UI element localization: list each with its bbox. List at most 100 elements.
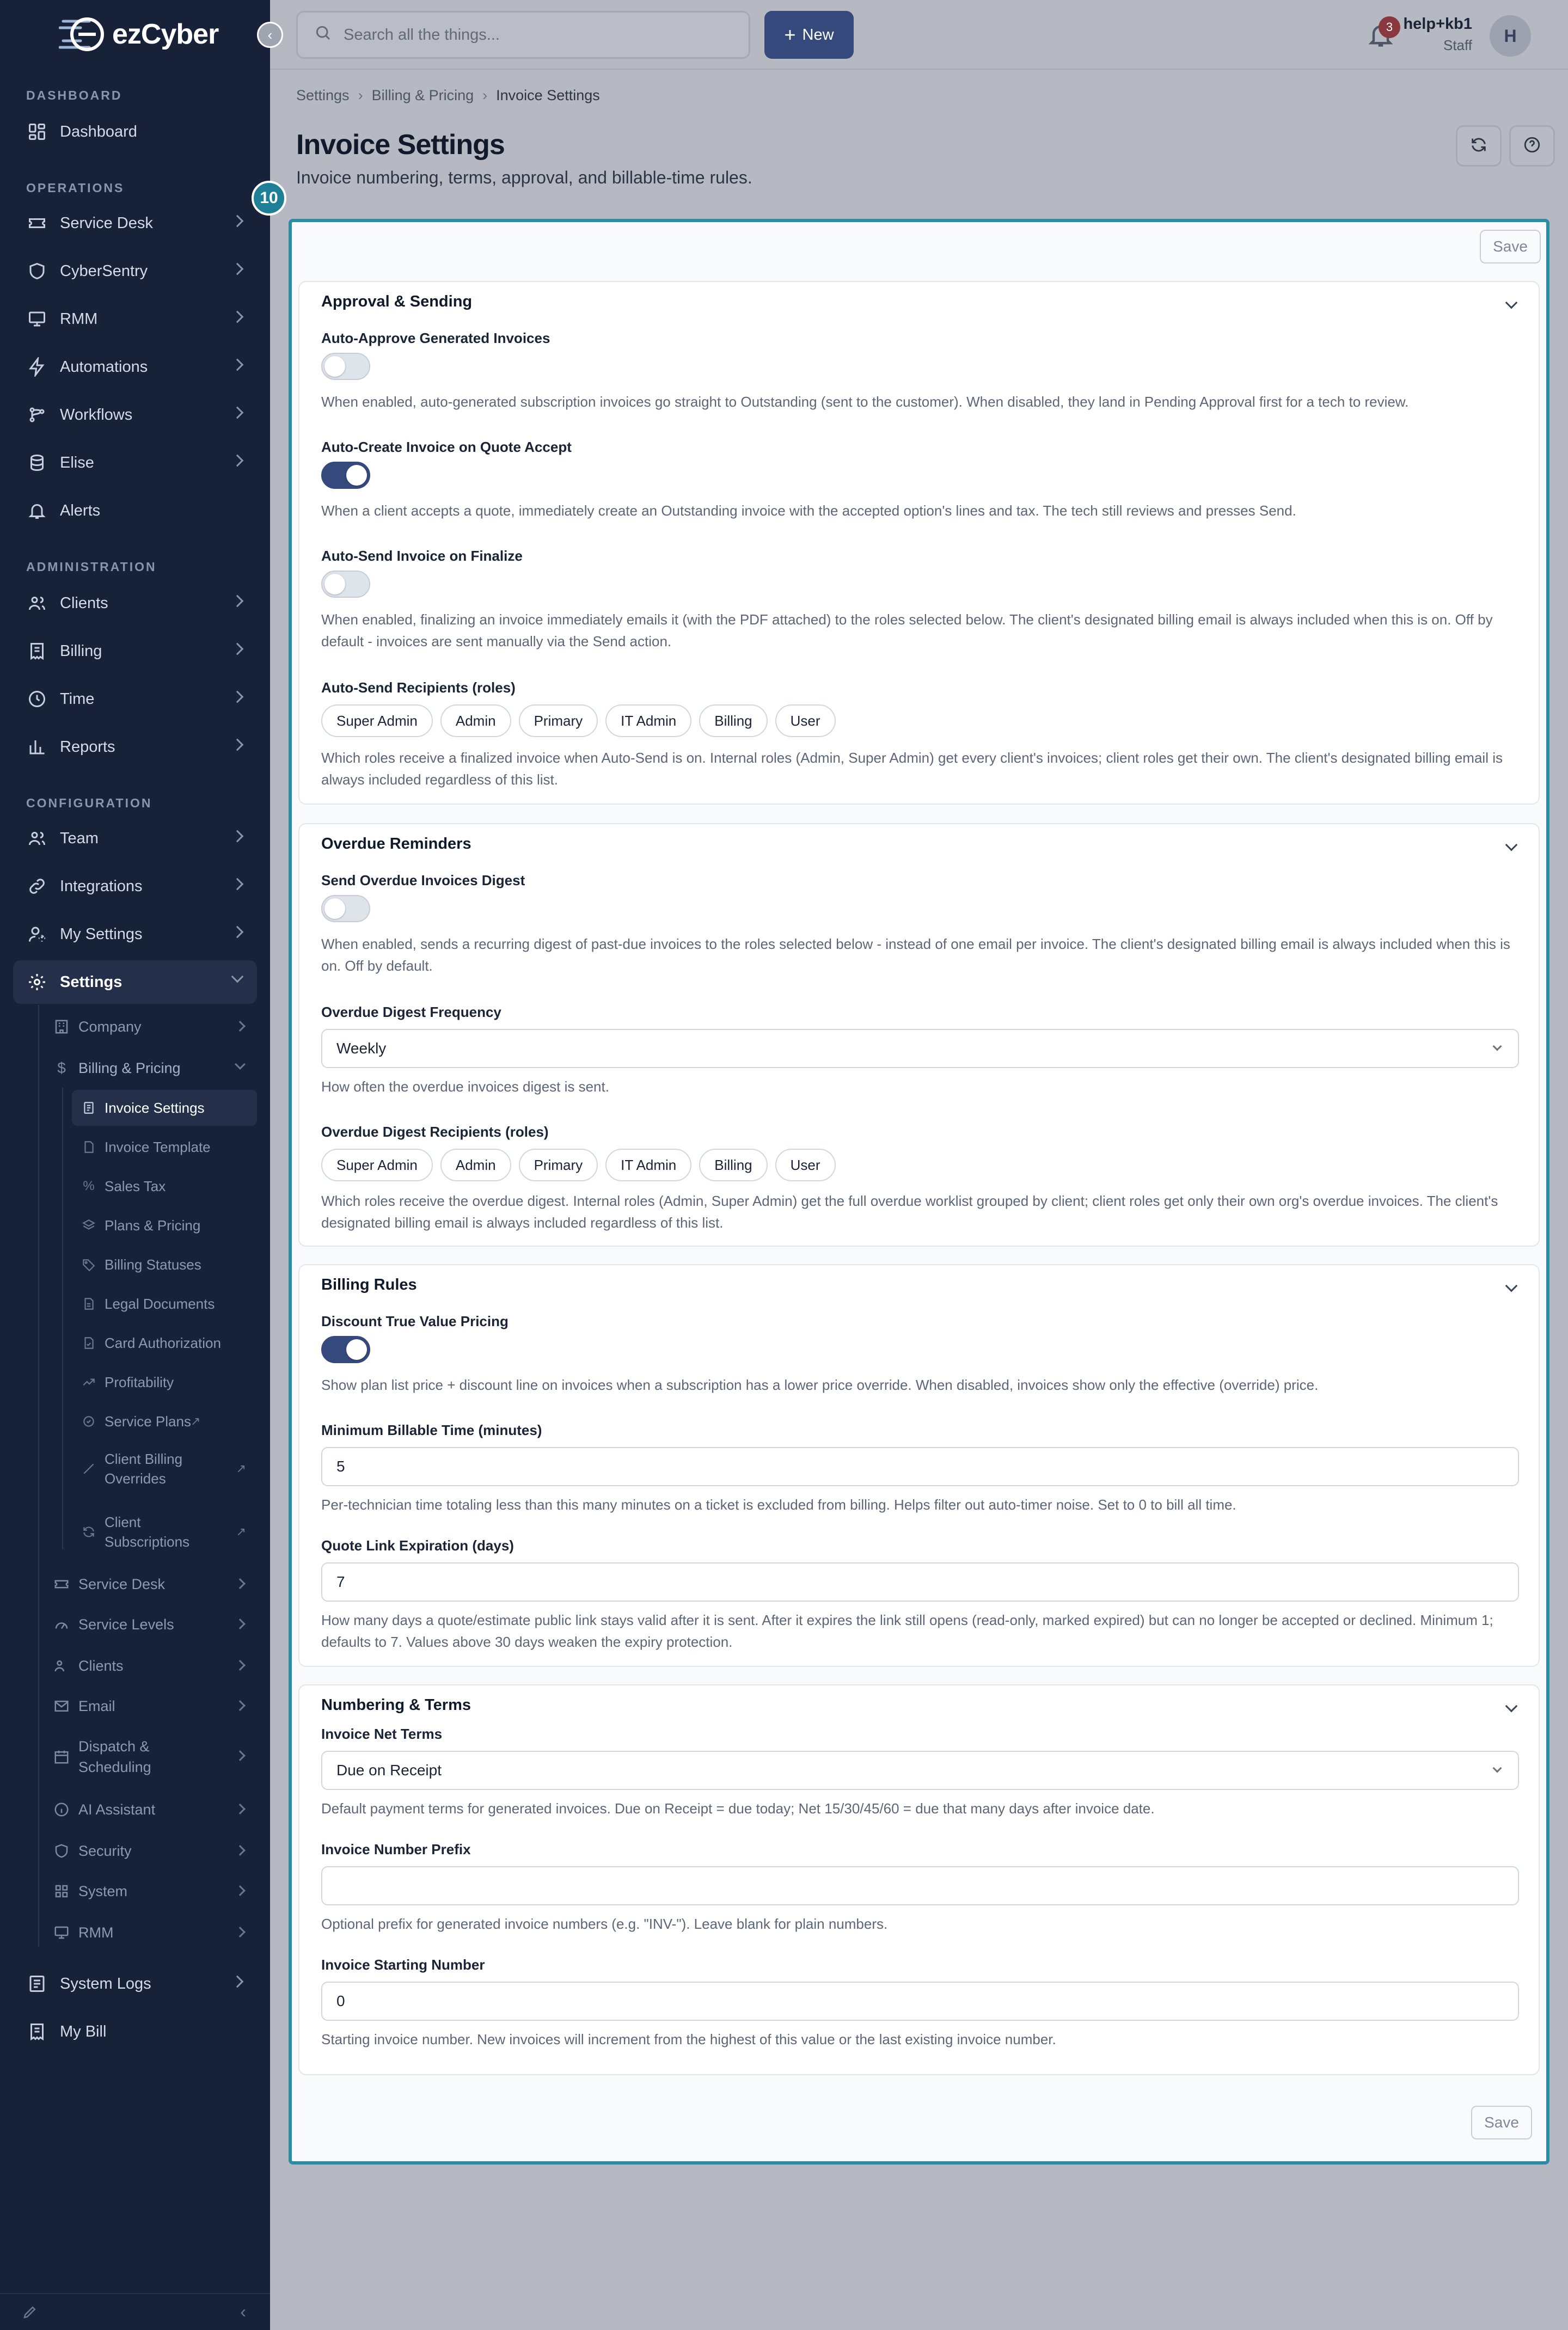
overdue-frequency-select[interactable]: Weekly (321, 1029, 1519, 1068)
auto-send-toggle[interactable] (321, 571, 370, 598)
sidebar-item-system-logs[interactable]: System Logs (13, 1962, 257, 2006)
billing-sub-client-subscriptions[interactable]: Client Subscriptions ↗ (72, 1509, 257, 1555)
role-chip-it-admin[interactable]: IT Admin (605, 704, 692, 737)
card-overdue-reminders: Overdue Reminders Send Overdue Invoices … (298, 823, 1540, 1247)
breadcrumb-billing-pricing[interactable]: Billing & Pricing (372, 87, 474, 104)
billing-sub-invoice-settings[interactable]: Invoice Settings (72, 1090, 257, 1126)
billing-sub-billing-statuses[interactable]: Billing Statuses (72, 1247, 257, 1283)
invoice-prefix-input[interactable] (321, 1866, 1519, 1905)
sidebar-item-elise[interactable]: Elise (13, 441, 257, 485)
role-chip-primary[interactable]: Primary (518, 704, 598, 737)
chevron-right-icon (231, 310, 244, 323)
sidebar-item-service-desk[interactable]: Service Desk (13, 201, 257, 245)
chevron-right-icon (231, 738, 244, 751)
sidebar-item-time[interactable]: Time (13, 677, 257, 721)
search-input[interactable]: Search all the things... (296, 11, 750, 59)
overdue-digest-toggle[interactable] (321, 895, 370, 922)
layers-icon (81, 1217, 97, 1234)
billing-sub-card-authorization[interactable]: Card Authorization (72, 1325, 257, 1361)
settings-sub-clients[interactable]: Clients (48, 1646, 257, 1685)
billing-sub-service-plans[interactable]: Service Plans ↗ (72, 1403, 257, 1439)
input-value: 7 (336, 1573, 345, 1590)
role-chip-it-admin[interactable]: IT Admin (605, 1149, 692, 1181)
log-list-icon (26, 1973, 48, 1995)
team-icon (26, 827, 48, 849)
min-billable-time-input[interactable]: 5 (321, 1447, 1519, 1486)
role-chip-primary[interactable]: Primary (518, 1149, 598, 1181)
chevron-down-icon[interactable] (1505, 1700, 1518, 1713)
new-button[interactable]: + New (764, 11, 854, 59)
role-chip-admin[interactable]: Admin (440, 704, 511, 737)
discount-pricing-toggle[interactable] (321, 1336, 370, 1363)
chevron-down-icon (1492, 1763, 1502, 1773)
sidebar-item-integrations[interactable]: Integrations (13, 864, 257, 908)
sidebar-item-my-settings[interactable]: My Settings (13, 912, 257, 956)
billing-sub-sales-tax[interactable]: % Sales Tax (72, 1168, 257, 1204)
sidebar-item-automations[interactable]: Automations (13, 345, 257, 389)
plus-icon: + (784, 23, 796, 46)
sidebar-item-workflows[interactable]: Workflows (13, 393, 257, 437)
sidebar-item-clients[interactable]: Clients (13, 581, 257, 625)
quote-expiration-input[interactable]: 7 (321, 1562, 1519, 1602)
badge-icon (81, 1413, 97, 1430)
role-chip-admin[interactable]: Admin (440, 1149, 511, 1181)
net-terms-select[interactable]: Due on Receipt (321, 1751, 1519, 1790)
role-chip-billing[interactable]: Billing (699, 704, 768, 737)
chevron-left-icon[interactable]: ‹ (240, 2302, 246, 2322)
billing-sub-legal-documents[interactable]: Legal Documents (72, 1286, 257, 1322)
save-button-top[interactable]: Save (1480, 230, 1541, 263)
settings-sub-label: Service Desk (78, 1575, 166, 1592)
role-chip-billing[interactable]: Billing (699, 1149, 768, 1181)
settings-sub-billing-pricing[interactable]: $ Billing & Pricing (48, 1048, 257, 1088)
role-chip-super-admin[interactable]: Super Admin (321, 1149, 433, 1181)
role-chip-user[interactable]: User (775, 704, 836, 737)
settings-sub-ai-assistant[interactable]: AI Assistant (48, 1790, 257, 1829)
billing-sub-invoice-template[interactable]: Invoice Template (72, 1129, 257, 1165)
auto-create-toggle[interactable] (321, 462, 370, 489)
help-button[interactable] (1509, 125, 1555, 167)
user-role: Staff (1443, 37, 1472, 53)
sidebar-item-my-bill[interactable]: My Bill (13, 2010, 257, 2053)
input-value: 5 (336, 1458, 345, 1475)
app-logo[interactable]: ezCyber (59, 13, 219, 56)
billing-sub-plans-pricing[interactable]: Plans & Pricing (72, 1207, 257, 1243)
sidebar-item-settings[interactable]: Settings (13, 960, 257, 1004)
chevron-down-icon[interactable] (1505, 296, 1518, 309)
chevron-down-icon[interactable] (1505, 838, 1518, 851)
discount-pricing-help: Show plan list price + discount line on … (321, 1377, 1319, 1393)
settings-sub-security[interactable]: Security (48, 1831, 257, 1871)
settings-sub-service-levels[interactable]: Service Levels (48, 1605, 257, 1644)
settings-sub-company[interactable]: Company (48, 1007, 257, 1046)
settings-sub-service-desk[interactable]: Service Desk (48, 1565, 257, 1604)
sidebar-item-team[interactable]: Team (13, 817, 257, 860)
shield-icon (52, 1842, 71, 1860)
role-chip-super-admin[interactable]: Super Admin (321, 704, 433, 737)
chevron-right-icon (231, 878, 244, 891)
refresh-button[interactable] (1456, 125, 1502, 167)
settings-sub-rmm[interactable]: RMM (48, 1913, 257, 1952)
sidebar-item-billing[interactable]: Billing (13, 629, 257, 673)
avatar[interactable]: H (1490, 15, 1531, 57)
billing-sub-client-billing-overrides[interactable]: Client Billing Overrides ↗ (72, 1446, 257, 1492)
chevron-down-icon[interactable] (1505, 1279, 1518, 1292)
billing-sub-label: Client Subscriptions (105, 1512, 189, 1552)
sidebar-item-alerts[interactable]: Alerts (13, 489, 257, 532)
settings-sub-dispatch-scheduling[interactable]: Dispatch & Scheduling (48, 1732, 257, 1781)
card-billing-rules: Billing Rules Discount True Value Pricin… (298, 1264, 1540, 1667)
pencil-icon[interactable] (22, 2304, 38, 2323)
collapse-sidebar-button[interactable]: ‹ (257, 22, 283, 48)
role-chip-user[interactable]: User (775, 1149, 836, 1181)
settings-sub-email[interactable]: Email (48, 1687, 257, 1726)
save-button-bottom[interactable]: Save (1471, 2106, 1532, 2139)
sidebar-item-reports[interactable]: Reports (13, 725, 257, 769)
auto-approve-toggle[interactable] (321, 353, 370, 380)
sidebar-item-dashboard[interactable]: Dashboard (13, 110, 257, 154)
breadcrumb-settings[interactable]: Settings (296, 87, 350, 104)
breadcrumb: Settings › Billing & Pricing › Invoice S… (296, 87, 600, 104)
sidebar-item-rmm[interactable]: RMM (13, 297, 257, 341)
starting-number-input[interactable]: 0 (321, 1982, 1519, 2021)
billing-sub-profitability[interactable]: Profitability (72, 1364, 257, 1400)
clock-icon (26, 688, 48, 710)
settings-sub-system[interactable]: System (48, 1872, 257, 1911)
sidebar-item-cybersentry[interactable]: CyberSentry (13, 249, 257, 293)
